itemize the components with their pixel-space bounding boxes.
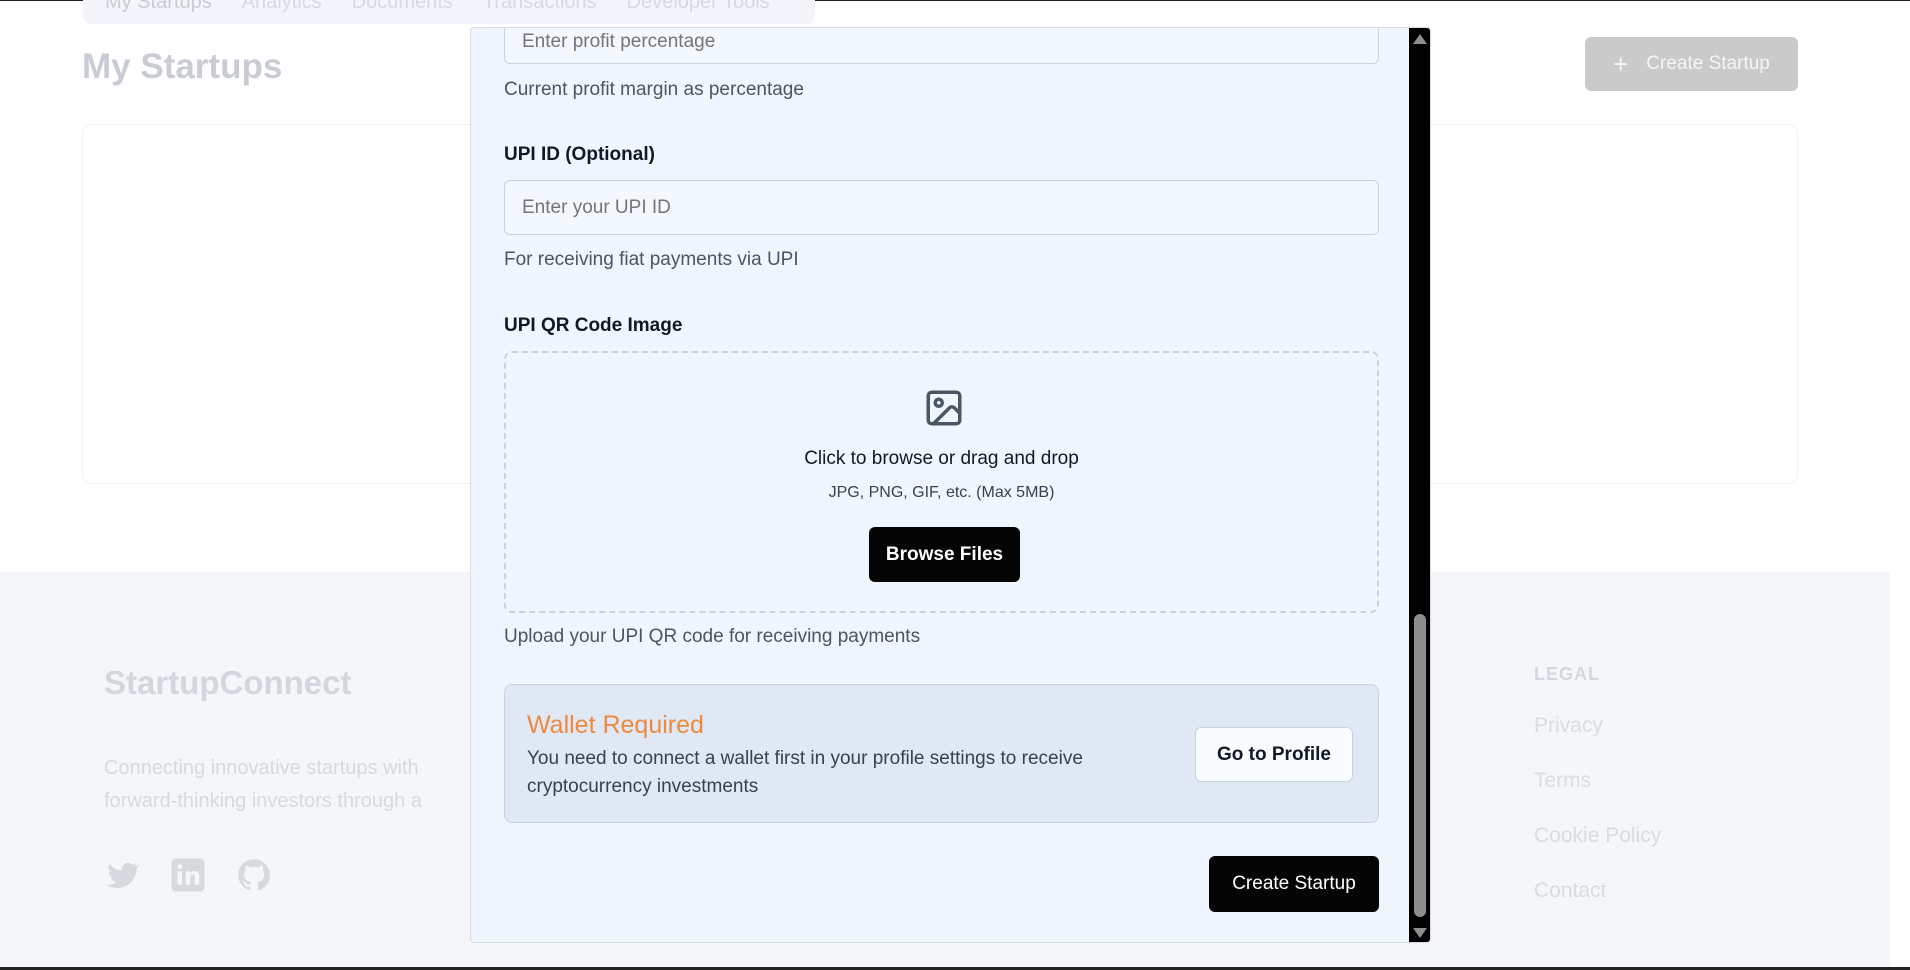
profit-helper-text: Current profit margin as percentage (504, 79, 804, 100)
modal-scrollbar[interactable] (1409, 28, 1430, 942)
dropzone-title: Click to browse or drag and drop (804, 448, 1079, 469)
create-startup-header-button[interactable]: + Create Startup (1585, 37, 1798, 91)
footer-link-terms[interactable]: Terms (1534, 769, 1591, 793)
tabs-bar: My Startups Analytics Documents Transact… (83, 0, 815, 24)
create-startup-modal: Current profit margin as percentage UPI … (470, 27, 1431, 943)
scrollbar-thumb[interactable] (1414, 614, 1426, 917)
tab-developer-tools[interactable]: Developer Tools (627, 0, 770, 14)
image-icon (923, 387, 965, 429)
upi-qr-label: UPI QR Code Image (504, 315, 683, 336)
footer-legal-title: LEGAL (1534, 664, 1600, 684)
upi-id-label: UPI ID (Optional) (504, 144, 655, 165)
page-edge (1890, 572, 1910, 970)
upi-helper-text: For receiving fiat payments via UPI (504, 249, 799, 270)
go-to-profile-button[interactable]: Go to Profile (1195, 727, 1353, 782)
tab-analytics[interactable]: Analytics (242, 0, 322, 14)
page-title: My Startups (82, 47, 283, 86)
footer-link-contact[interactable]: Contact (1534, 879, 1606, 903)
wallet-required-alert: Wallet Required You need to connect a wa… (504, 684, 1379, 823)
create-startup-header-label: Create Startup (1646, 53, 1770, 74)
tab-transactions[interactable]: Transactions (483, 0, 597, 14)
plus-icon: + (1613, 49, 1629, 79)
tab-documents[interactable]: Documents (352, 0, 453, 14)
footer-link-cookie-policy[interactable]: Cookie Policy (1534, 824, 1661, 848)
github-icon[interactable] (236, 857, 272, 893)
wallet-required-title: Wallet Required (527, 711, 704, 739)
twitter-icon[interactable] (104, 857, 140, 893)
modal-scroll-content: Current profit margin as percentage UPI … (471, 28, 1409, 942)
footer-brand: StartupConnect (104, 664, 352, 701)
tab-my-startups[interactable]: My Startups (105, 0, 212, 14)
scroll-down-arrow-icon[interactable] (1413, 928, 1427, 938)
footer-description: Connecting innovative startups with forw… (104, 757, 422, 812)
qr-helper-text: Upload your UPI QR code for receiving pa… (504, 626, 921, 647)
profit-percentage-input[interactable] (504, 28, 1379, 64)
create-startup-submit-button[interactable]: Create Startup (1209, 856, 1379, 912)
browse-files-button[interactable]: Browse Files (869, 527, 1020, 582)
scroll-up-arrow-icon[interactable] (1413, 34, 1427, 44)
footer-link-privacy[interactable]: Privacy (1534, 714, 1603, 738)
wallet-required-text: You need to connect a wallet first in yo… (527, 748, 1083, 797)
linkedin-icon[interactable] (170, 857, 206, 893)
upi-id-input[interactable] (504, 180, 1379, 235)
qr-upload-dropzone[interactable]: Click to browse or drag and drop JPG, PN… (504, 351, 1379, 613)
dropzone-subtitle: JPG, PNG, GIF, etc. (Max 5MB) (828, 484, 1055, 501)
